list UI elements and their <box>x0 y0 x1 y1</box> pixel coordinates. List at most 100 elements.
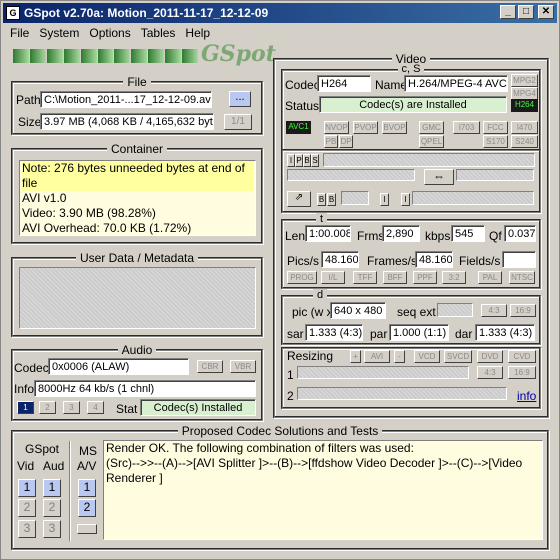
s170-flag: S170 <box>483 135 508 148</box>
video-codec-label: Codec <box>285 78 320 92</box>
svcd-button[interactable]: SVCD <box>444 350 472 363</box>
resize-minus-button[interactable]: - <box>394 350 405 363</box>
browse-button[interactable]: ... <box>229 91 251 107</box>
audio-track-3[interactable]: 3 <box>63 401 80 414</box>
cs-label: c, S <box>397 63 425 75</box>
container-info-box: Note: 276 bytes unneeded bytes at end of… <box>19 160 256 236</box>
i703-flag: I703 <box>453 121 480 134</box>
av-label: A/V <box>77 459 97 473</box>
qf-field: 0.037 <box>504 225 536 242</box>
resize-169-button[interactable]: 16:9 <box>508 366 536 379</box>
i-frame-box <box>412 191 534 205</box>
frame-s-button[interactable]: S <box>311 154 319 167</box>
pics-label: Pics/s <box>287 254 320 268</box>
dar-label: dar <box>455 327 473 341</box>
aspect-43-button[interactable]: 4:3 <box>481 304 507 317</box>
maximize-button[interactable]: □ <box>518 5 534 19</box>
container-line: Video: 3.90 MB (98.28%) <box>22 206 156 220</box>
size-label: Size <box>18 115 42 129</box>
progress-bar <box>13 49 199 63</box>
video-status-field: Codec(s) are Installed <box>319 96 507 113</box>
frame-b1-button[interactable]: B <box>317 193 326 206</box>
frame-i2-button[interactable]: I <box>401 193 410 206</box>
mpg2-button[interactable]: MPG2 <box>511 74 538 87</box>
close-button[interactable]: ✕ <box>538 5 554 19</box>
cbr-button[interactable]: CBR <box>197 360 223 373</box>
gspot-aud-3[interactable]: 3 <box>43 520 61 538</box>
ppf-button[interactable]: PPF <box>413 271 437 284</box>
size-field: 3.97 MB (4,068 KB / 4,165,632 byte <box>40 113 214 130</box>
dvd-button[interactable]: DVD <box>477 350 503 363</box>
audio-track-4[interactable]: 4 <box>87 401 104 414</box>
audio-track-1[interactable]: 1 <box>17 401 34 414</box>
ms-extra-button[interactable] <box>77 524 97 534</box>
ms-av-2[interactable]: 2 <box>78 499 96 517</box>
vcd-button[interactable]: VCD <box>414 350 440 363</box>
gspot-logo: GSpot <box>201 41 276 67</box>
fields-label: Fields/s <box>459 254 501 268</box>
file-group-label: File <box>123 75 151 89</box>
menu-file[interactable]: File <box>5 25 34 43</box>
main-window: G GSpot v2.70a: Motion_2011-11-17_12-12-… <box>0 0 560 560</box>
tff-button[interactable]: TFF <box>353 271 377 284</box>
frame-i1-button[interactable]: I <box>380 193 389 206</box>
t-label: t <box>316 213 328 225</box>
resize-row-2-label: 2 <box>287 389 294 403</box>
frame-pattern-strip <box>323 153 535 167</box>
gspot-aud-2[interactable]: 2 <box>43 499 61 517</box>
pal-button[interactable]: PAL <box>478 271 502 284</box>
dar-field: 1.333 (4:3) <box>475 324 535 341</box>
graph-icon[interactable]: ⇗ <box>287 191 311 207</box>
cvd-button[interactable]: CVD <box>508 350 536 363</box>
aspect-169-button[interactable]: 16:9 <box>510 304 536 317</box>
user-data-label: User Data / Metadata <box>75 251 199 265</box>
gmc-flag: GMC <box>419 121 444 134</box>
resizing-label: Resizing <box>287 349 334 363</box>
resize-43-button[interactable]: 4:3 <box>477 366 503 379</box>
frames-label: Frames/s <box>367 254 418 268</box>
frame-p-button[interactable]: P <box>295 154 303 167</box>
window-title: GSpot v2.70a: Motion_2011-11-17_12-12-09 <box>24 6 269 20</box>
bff-button[interactable]: BFF <box>383 271 407 284</box>
pvop-flag: PVOP <box>353 121 378 134</box>
menu-options[interactable]: Options <box>84 25 135 43</box>
title-bar[interactable]: G GSpot v2.70a: Motion_2011-11-17_12-12-… <box>3 3 557 23</box>
menu-bar: File System Options Tables Help <box>5 25 215 43</box>
pulldown-button[interactable]: 3:2 <box>442 271 466 284</box>
gspot-aud-1[interactable]: 1 <box>43 479 61 497</box>
gspot-vid-3[interactable]: 3 <box>18 520 36 538</box>
prog-button[interactable]: PROG <box>287 271 317 284</box>
minimize-button[interactable]: _ <box>500 5 516 19</box>
pic-label: pic (w x <box>292 305 333 319</box>
kbps-field: 545 <box>451 225 485 242</box>
qpel-flag: QPEL <box>419 135 444 148</box>
app-icon: G <box>6 6 20 20</box>
kbps-label: kbps <box>425 229 451 243</box>
frms-field: 2,890 <box>382 225 420 242</box>
fields-field <box>502 251 536 268</box>
audio-info-label: Info <box>14 382 35 396</box>
page-indicator[interactable]: 1/1 <box>224 114 252 130</box>
audio-track-2[interactable]: 2 <box>39 401 56 414</box>
frame-i-button[interactable]: I <box>287 154 295 167</box>
ntsc-button[interactable]: NTSC <box>509 271 535 284</box>
audio-codec-field: 0x0006 (ALAW) <box>48 358 189 375</box>
gspot-vid-1[interactable]: 1 <box>18 479 36 497</box>
info-link[interactable]: info <box>517 389 536 403</box>
resize-avi-button[interactable]: AVI <box>364 350 390 363</box>
path-field[interactable]: C:\Motion_2011-...17_12-12-09.avi <box>40 91 212 108</box>
gspot-vid-2[interactable]: 2 <box>18 499 36 517</box>
interlaced-button[interactable]: I/L <box>321 271 345 284</box>
video-codec-field: H264 <box>317 75 371 92</box>
vbr-button[interactable]: VBR <box>230 360 256 373</box>
ms-av-1[interactable]: 1 <box>78 479 96 497</box>
frame-b-button[interactable]: B <box>303 154 311 167</box>
menu-system[interactable]: System <box>34 25 84 43</box>
swap-arrows-icon[interactable]: ⇔ <box>424 169 454 185</box>
menu-tables[interactable]: Tables <box>136 25 181 43</box>
resize-plus-button[interactable]: + <box>350 350 361 363</box>
frame-b2-button[interactable]: B <box>327 193 336 206</box>
fcc-flag: FCC <box>483 121 508 134</box>
bvop-flag: BVOP <box>382 121 407 134</box>
b-frame-box <box>341 191 369 205</box>
